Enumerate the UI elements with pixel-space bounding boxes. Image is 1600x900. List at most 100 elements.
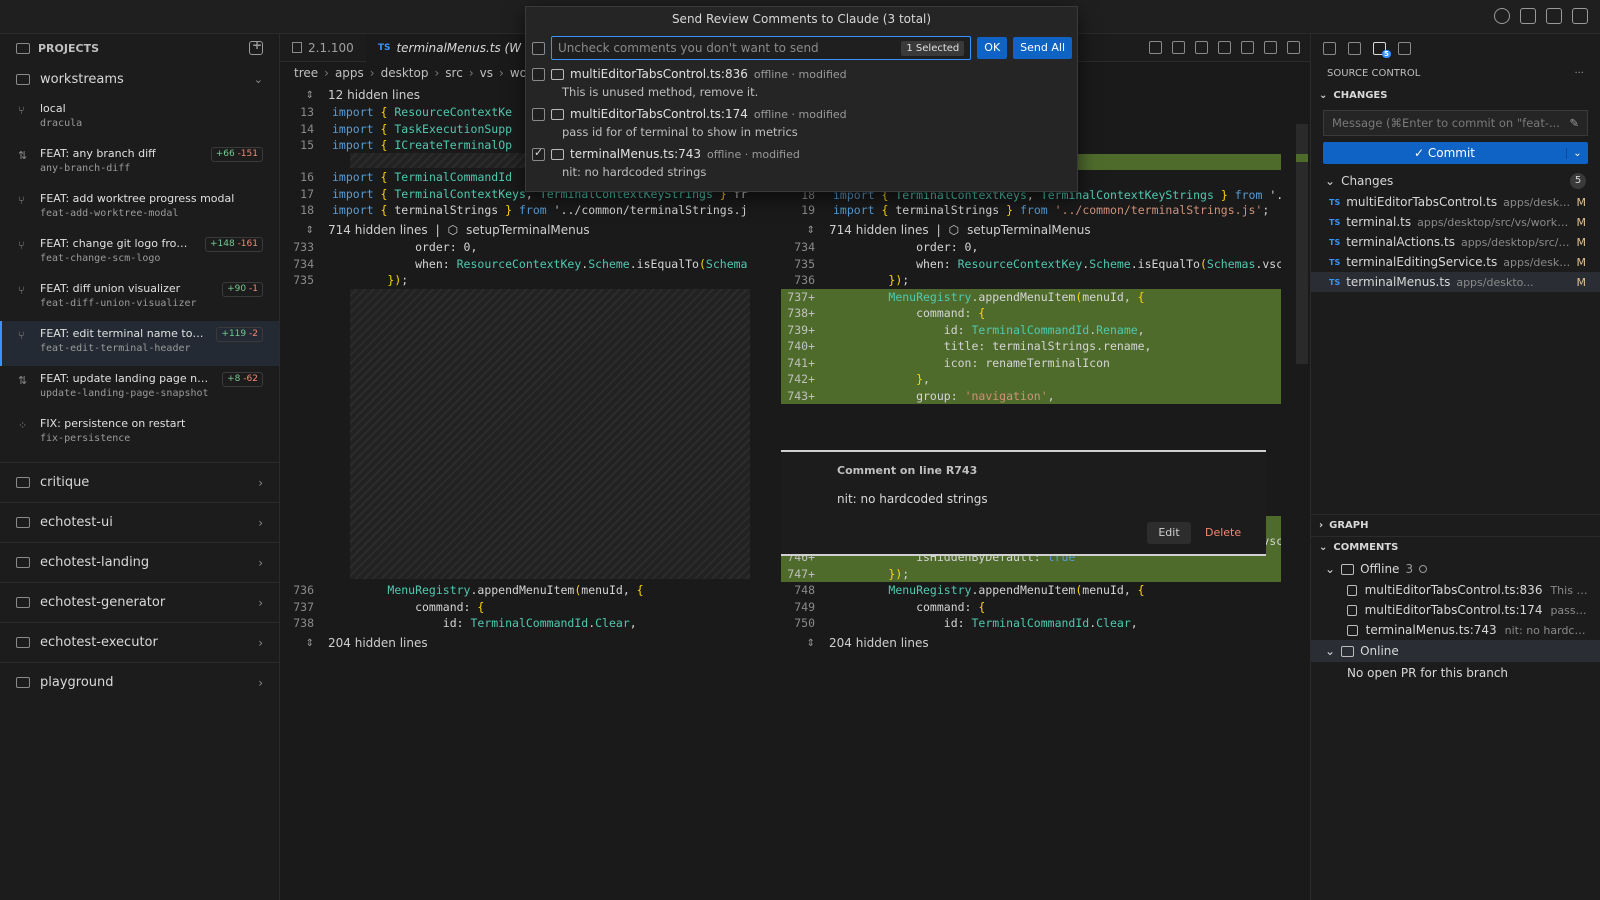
branch-item[interactable]: ⑂ FEAT: diff union visualizer feat-diff-un… bbox=[0, 276, 279, 321]
add-project-icon[interactable] bbox=[249, 38, 263, 55]
file-status: M bbox=[1576, 235, 1587, 249]
files-icon[interactable] bbox=[1323, 41, 1336, 55]
project-echotest-executor[interactable]: echotest-executor › bbox=[0, 622, 279, 662]
dialog-comment-item[interactable]: multiEditorTabsControl.ts:174 offline · m… bbox=[532, 107, 1072, 147]
breadcrumb-segment[interactable]: vs bbox=[480, 66, 493, 80]
breadcrumb-segment[interactable]: src bbox=[445, 66, 463, 80]
commit-message-input[interactable]: Message (⌘Enter to commit on "feat-... ✎ bbox=[1323, 110, 1588, 136]
no-pr-message: No open PR for this branch bbox=[1311, 662, 1600, 684]
breadcrumb-segment[interactable]: desktop bbox=[381, 66, 429, 80]
code-text: import { terminalStrings } from '../comm… bbox=[332, 203, 748, 217]
line-number: 734 bbox=[794, 240, 815, 254]
commit-button[interactable]: ✓ Commit ⌄ bbox=[1323, 142, 1588, 164]
layout-icon[interactable] bbox=[1572, 8, 1588, 24]
workspace-row[interactable]: workstreams ⌄ bbox=[0, 62, 279, 96]
edit-comment-button[interactable]: Edit bbox=[1147, 522, 1191, 544]
changed-file-item[interactable]: TS terminalActions.ts apps/desktop/src/vs/… bbox=[1311, 232, 1600, 252]
branch-item[interactable]: ⑂ FEAT: add worktree progress modal feat-a… bbox=[0, 186, 279, 231]
project-echotest-ui[interactable]: echotest-ui › bbox=[0, 502, 279, 542]
more-actions-icon[interactable] bbox=[1287, 41, 1300, 54]
comment-checkbox[interactable] bbox=[532, 107, 545, 121]
terminal-toggle-icon[interactable] bbox=[1520, 8, 1536, 24]
delete-comment-button[interactable]: Delete bbox=[1205, 522, 1241, 544]
search-icon[interactable] bbox=[1348, 41, 1361, 55]
split-editor-icon[interactable] bbox=[1264, 41, 1277, 54]
changes-section-header[interactable]: ⌄ CHANGES bbox=[1311, 84, 1600, 106]
file-icon bbox=[292, 42, 302, 53]
tab-terminal-menus[interactable]: TS terminalMenus.ts (W bbox=[365, 33, 534, 62]
hidden-lines-bar[interactable]: ⇕ 204 hidden lines bbox=[280, 634, 750, 652]
dialog-title: Send Review Comments to Claude (3 total) bbox=[671, 12, 932, 26]
changed-file-item[interactable]: TS terminalMenus.ts apps/deskto... M bbox=[1311, 272, 1600, 292]
source-control-icon[interactable]: 5 bbox=[1373, 41, 1391, 58]
expand-icon[interactable]: ⇕ bbox=[781, 638, 821, 649]
branch-icon: ⑂ bbox=[18, 284, 25, 297]
project-playground[interactable]: playground › bbox=[0, 662, 279, 702]
changed-file-item[interactable]: TS terminalEditingService.ts apps/desktop/… bbox=[1311, 252, 1600, 272]
ok-button[interactable]: OK bbox=[977, 37, 1008, 59]
pilcrow-icon[interactable] bbox=[1218, 41, 1231, 54]
branch-text: FEAT: update landing page new ui update-l… bbox=[40, 372, 210, 405]
changes-group[interactable]: ⌄ Changes 5 bbox=[1311, 170, 1600, 192]
comment-item[interactable]: multiEditorTabsControl.ts:174 pass id f..… bbox=[1311, 600, 1600, 620]
dialog-comment-item[interactable]: multiEditorTabsControl.ts:836 offline · m… bbox=[532, 67, 1072, 107]
sidebar-toggle-icon[interactable] bbox=[1546, 8, 1562, 24]
sparkle-icon[interactable]: ✎ bbox=[1569, 116, 1579, 130]
select-all-checkbox[interactable] bbox=[532, 41, 545, 55]
map-icon[interactable] bbox=[1241, 41, 1254, 54]
account-icon[interactable] bbox=[1494, 8, 1510, 24]
changed-file-item[interactable]: TS terminal.ts apps/desktop/src/vs/workben… bbox=[1311, 212, 1600, 232]
overview-ruler[interactable] bbox=[1296, 124, 1308, 364]
expand-icon[interactable]: ⇕ bbox=[280, 90, 320, 101]
file-status: M bbox=[1576, 215, 1587, 229]
code-text: id: TerminalCommandId.Clear, bbox=[332, 616, 637, 630]
commit-dropdown-icon[interactable]: ⌄ bbox=[1566, 147, 1588, 159]
hidden-lines-bar[interactable]: ⇕ 714 hidden lines | ⬡ setupTerminalMenus bbox=[280, 221, 750, 239]
offline-comments-group[interactable]: ⌄ Offline 3 bbox=[1311, 558, 1600, 580]
project-critique[interactable]: critique › bbox=[0, 462, 279, 502]
expand-icon[interactable]: ⇕ bbox=[280, 225, 320, 236]
send-all-button[interactable]: Send All bbox=[1013, 37, 1072, 59]
dialog-comment-item[interactable]: terminalMenus.ts:743 offline · modifiedni… bbox=[532, 146, 1072, 187]
branch-item[interactable]: ⇅ FEAT: update landing page new ui update-… bbox=[0, 366, 279, 411]
project-echotest-landing[interactable]: echotest-landing › bbox=[0, 542, 279, 582]
line-number: 736 bbox=[794, 273, 815, 287]
online-comments-group[interactable]: ⌄ Online bbox=[1311, 640, 1600, 662]
tab-version[interactable]: 2.1.100 bbox=[280, 34, 366, 62]
branch-name: FEAT: diff union visualizer bbox=[40, 282, 181, 295]
breadcrumb-segment[interactable]: apps bbox=[335, 66, 364, 80]
branch-item[interactable]: ⑂ local dracula bbox=[0, 96, 279, 141]
more-icon[interactable]: ··· bbox=[1574, 68, 1584, 79]
expand-icon[interactable]: ⇕ bbox=[781, 225, 821, 236]
comment-item[interactable]: multiEditorTabsControl.ts:836 This is u..… bbox=[1311, 580, 1600, 600]
comment-meta: offline · modified bbox=[753, 107, 847, 121]
branch-item[interactable]: ⇅ FEAT: any branch diff any-branch-diff +66… bbox=[0, 141, 279, 186]
comment-filter-input[interactable]: Uncheck comments you don't want to send … bbox=[551, 36, 972, 60]
code-text: command: { bbox=[332, 599, 485, 614]
hidden-lines-bar[interactable]: ⇕ 204 hidden lines bbox=[781, 634, 1281, 652]
loading-icon: ⁘ bbox=[18, 419, 28, 432]
expand-icon[interactable]: ⇕ bbox=[280, 638, 320, 649]
comment-item[interactable]: terminalMenus.ts:743 nit: no hardcoded... bbox=[1311, 620, 1600, 640]
project-echotest-generator[interactable]: echotest-generator › bbox=[0, 582, 279, 622]
graph-section-header[interactable]: › GRAPH bbox=[1311, 514, 1600, 536]
branch-item[interactable]: ⑂ FEAT: change git logo from scm feat-chan… bbox=[0, 231, 279, 276]
comment-body: nit: no hardcoded strings bbox=[837, 492, 988, 506]
comments-section-header[interactable]: ⌄ COMMENTS bbox=[1311, 536, 1600, 558]
copy-icon[interactable] bbox=[1149, 41, 1162, 54]
code-line: 18 import { terminalStrings } from '../co… bbox=[280, 202, 750, 219]
changed-file-item[interactable]: TS multiEditorTabsControl.ts apps/desktop/… bbox=[1311, 192, 1600, 212]
branch-item[interactable]: ⑂ FEAT: edit terminal name to kee... feat-… bbox=[0, 321, 279, 366]
breadcrumb-segment[interactable]: tree bbox=[294, 66, 318, 80]
chevron-down-icon: ⌄ bbox=[253, 72, 263, 86]
comment-meta: offline · modified bbox=[707, 147, 800, 161]
arrow-down-icon[interactable] bbox=[1195, 41, 1208, 54]
extensions-icon[interactable] bbox=[1398, 41, 1411, 55]
comment-checkbox[interactable] bbox=[532, 67, 545, 81]
hidden-lines-bar[interactable]: ⇕ 714 hidden lines | ⬡ setupTerminalMenus bbox=[781, 221, 1281, 239]
comment-checkbox[interactable] bbox=[532, 146, 545, 161]
branch-item[interactable]: ⁘ FIX: persistence on restart fix-persiste… bbox=[0, 411, 279, 456]
chevron-right-icon: › bbox=[258, 475, 263, 490]
branch-slug: feat-change-scm-logo bbox=[40, 253, 161, 264]
arrow-up-icon[interactable] bbox=[1172, 41, 1185, 54]
